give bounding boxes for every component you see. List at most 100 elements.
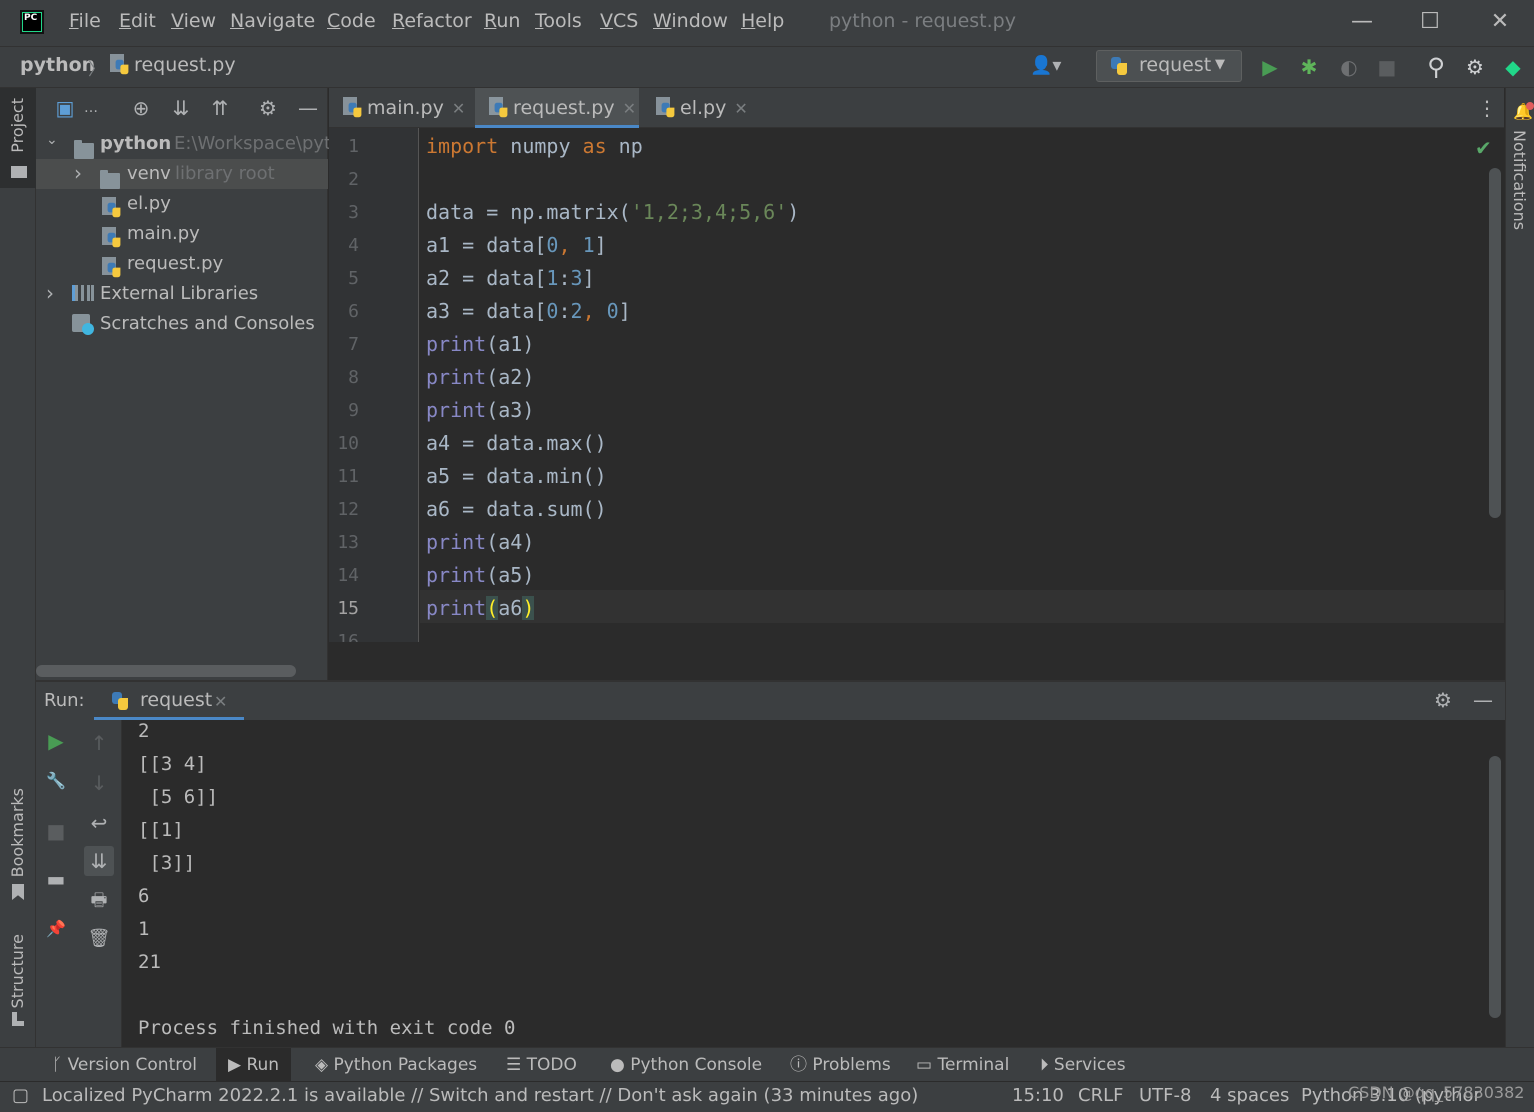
locate-file-icon[interactable]: ⊕ <box>128 96 154 120</box>
expand-all-icon[interactable]: ⇊ <box>168 96 194 120</box>
arrow-down-icon[interactable]: ↓ <box>84 768 114 798</box>
output-line: 6 <box>138 885 150 907</box>
close-window-button[interactable]: ✕ <box>1486 8 1514 36</box>
status-encoding[interactable]: UTF-8 <box>1139 1085 1191 1106</box>
horizontal-scrollbar[interactable] <box>36 665 296 677</box>
status-window-icon[interactable]: ▢ <box>12 1085 29 1106</box>
tool-run[interactable]: ▶ Run <box>216 1048 292 1082</box>
layout-icon[interactable]: ▬ <box>41 864 71 894</box>
tool-version-control[interactable]: ᚴ Version Control <box>52 1048 197 1082</box>
vertical-scrollbar[interactable] <box>1489 756 1501 1018</box>
tool-label: TODO <box>526 1055 577 1075</box>
run-panel-label: Run: <box>44 690 85 711</box>
tool-python-packages[interactable]: ◈ Python Packages <box>315 1048 477 1082</box>
search-icon[interactable]: ⚲ <box>1423 55 1449 79</box>
status-message[interactable]: Localized PyCharm 2022.2.1 is available … <box>42 1085 918 1106</box>
tool-label: Run <box>246 1055 280 1075</box>
tab-notifications[interactable]: Notifications <box>1510 130 1529 230</box>
project-tab-container[interactable]: Project <box>0 88 36 188</box>
close-icon[interactable]: ✕ <box>734 99 747 118</box>
tool-python-console[interactable]: ● Python Console <box>610 1048 762 1082</box>
code-editor[interactable]: 1 2 3 4 5 6 7 8 9 10 11 12 13 14 15 16 i… <box>329 128 1504 642</box>
pin-icon[interactable]: 📌 <box>41 914 71 944</box>
menu-file[interactable]: File <box>69 10 101 32</box>
output-line: [5 6]] <box>138 786 219 808</box>
stop-icon[interactable]: ■ <box>1374 55 1400 79</box>
structure-icon <box>12 1012 24 1026</box>
tool-problems[interactable]: ⓘ Problems <box>790 1048 891 1082</box>
maximize-button[interactable]: ☐ <box>1416 8 1444 36</box>
chevron-right-icon[interactable]: › <box>74 158 82 188</box>
collapse-all-icon[interactable]: ⇈ <box>207 96 233 120</box>
line-number: 14 <box>337 565 359 586</box>
arrow-up-icon[interactable]: ↑ <box>84 728 114 758</box>
tab-bookmarks[interactable]: Bookmarks <box>8 788 27 877</box>
tab-structure[interactable]: Structure <box>8 934 27 1008</box>
python-file-icon <box>102 257 121 278</box>
run-tab-request[interactable]: request ✕ <box>94 682 244 720</box>
print-icon[interactable]: 🖶 <box>84 886 114 916</box>
settings-icon[interactable]: ⚙ <box>1462 55 1488 79</box>
chevron-right-icon[interactable]: › <box>46 278 54 308</box>
jetbrains-icon[interactable]: ◆ <box>1500 55 1526 79</box>
info-icon: ⓘ <box>790 1055 807 1075</box>
hide-panel-icon[interactable]: — <box>1473 688 1493 712</box>
menu-navigate[interactable]: Navigate <box>230 10 315 32</box>
settings-icon[interactable]: ⚙ <box>1434 688 1452 712</box>
minimize-button[interactable]: — <box>1348 8 1376 36</box>
run-icon[interactable]: ▶ <box>1257 55 1283 79</box>
stop-icon[interactable]: ■ <box>41 816 71 846</box>
soft-wrap-icon[interactable]: ↩ <box>84 808 114 838</box>
status-line-separator[interactable]: CRLF <box>1078 1085 1123 1106</box>
close-icon[interactable]: ✕ <box>623 99 636 118</box>
project-settings-icon[interactable]: ⚙ <box>255 96 281 120</box>
hide-panel-icon[interactable]: — <box>295 96 321 120</box>
menu-view[interactable]: View <box>171 10 216 32</box>
menu-tools[interactable]: Tools <box>535 10 582 32</box>
project-view-icon[interactable]: ▣ <box>52 96 78 120</box>
scroll-to-end-icon[interactable]: ⇊ <box>84 846 114 876</box>
tree-item-el-py[interactable]: el.py <box>36 189 328 219</box>
tree-item-main-py[interactable]: main.py <box>36 219 328 249</box>
code-line-6: a3 = data[0:2, 0] <box>426 299 631 323</box>
chevron-down-icon[interactable]: ⌄ <box>46 125 58 155</box>
breadcrumb-project[interactable]: python <box>20 54 95 76</box>
breadcrumb-file[interactable]: request.py <box>110 54 236 76</box>
more-options-icon[interactable]: ⋮ <box>1477 96 1497 120</box>
tool-terminal[interactable]: ▭ Terminal <box>916 1048 1009 1082</box>
tab-request-py[interactable]: request.py ✕ <box>475 88 639 128</box>
user-icon[interactable]: 👤▾ <box>1030 55 1061 76</box>
tab-project[interactable]: Project <box>8 98 27 153</box>
project-view-more[interactable]: … <box>78 96 104 120</box>
close-icon[interactable]: ✕ <box>452 99 465 118</box>
menu-refactor[interactable]: Refactor <box>392 10 472 32</box>
code-line-15: print(a6) <box>426 596 535 620</box>
tab-main-py[interactable]: main.py ✕ <box>329 88 469 128</box>
tree-item-venv[interactable]: › venv library root <box>36 159 328 189</box>
menu-help[interactable]: Help <box>741 10 784 32</box>
tree-item-request-py[interactable]: request.py <box>36 249 328 279</box>
menu-code[interactable]: Code <box>327 10 376 32</box>
line-number: 10 <box>337 433 359 454</box>
tree-item-external-libraries[interactable]: › External Libraries <box>36 279 328 309</box>
run-configuration-select[interactable]: request ▼ <box>1096 50 1242 82</box>
check-icon[interactable]: ✔ <box>1475 136 1492 160</box>
debug-icon[interactable]: ✱ <box>1296 55 1322 79</box>
menu-run[interactable]: Run <box>484 10 520 32</box>
tab-el-py[interactable]: el.py ✕ <box>642 88 762 128</box>
vertical-scrollbar[interactable] <box>1489 168 1501 518</box>
tool-services[interactable]: ⏵ Services <box>1040 1048 1126 1082</box>
tool-todo[interactable]: ☰ TODO <box>506 1048 577 1082</box>
trash-icon[interactable]: 🗑 <box>84 924 114 954</box>
status-indent[interactable]: 4 spaces <box>1210 1085 1289 1106</box>
rerun-icon[interactable]: ▶ <box>41 726 71 756</box>
close-icon[interactable]: ✕ <box>214 692 227 711</box>
menu-vcs[interactable]: VCS <box>600 10 638 32</box>
status-caret-position[interactable]: 15:10 <box>1012 1085 1064 1106</box>
tree-item-scratches[interactable]: Scratches and Consoles <box>36 309 328 339</box>
wrench-icon[interactable]: 🔧 <box>41 766 71 796</box>
menu-edit[interactable]: Edit <box>119 10 156 32</box>
menu-window[interactable]: Window <box>653 10 728 32</box>
coverage-icon[interactable]: ◐ <box>1336 55 1362 79</box>
tree-item-python[interactable]: ⌄ python E:\Workspace\pyt <box>36 129 331 159</box>
